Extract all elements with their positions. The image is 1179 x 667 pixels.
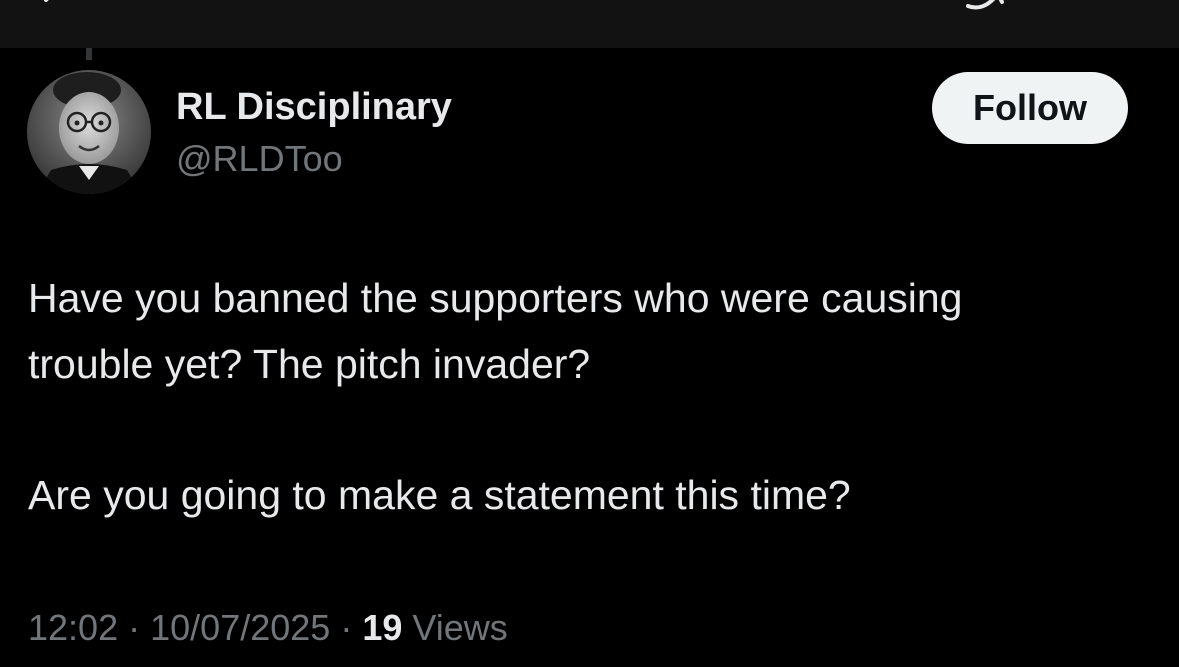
author-handle[interactable]: @RLDToo bbox=[176, 138, 343, 180]
arrow-left-icon[interactable] bbox=[44, 0, 66, 8]
post-date[interactable]: 10/07/2025 bbox=[150, 607, 330, 648]
top-app-bar: Post bbox=[0, 0, 1179, 48]
avatar-photo bbox=[27, 70, 151, 194]
meta-separator: · bbox=[128, 607, 141, 648]
post-text-line: trouble yet? The pitch invader? bbox=[28, 341, 591, 387]
author-display-name[interactable]: RL Disciplinary bbox=[176, 86, 452, 129]
post-metadata: 12:02 · 10/07/2025 · 19 Views bbox=[28, 606, 508, 650]
views-count[interactable]: 19 bbox=[362, 607, 402, 648]
post-text-line: Have you banned the supporters who were … bbox=[28, 275, 963, 321]
follow-button[interactable]: Follow bbox=[932, 72, 1128, 144]
avatar[interactable] bbox=[27, 70, 151, 194]
post-time[interactable]: 12:02 bbox=[28, 607, 118, 648]
thread-connector-line bbox=[86, 48, 92, 60]
reply-arrow-icon[interactable] bbox=[962, 0, 1014, 16]
page-title: Post bbox=[480, 0, 700, 8]
post-text-line: Are you going to make a statement this t… bbox=[28, 472, 851, 518]
meta-separator: · bbox=[340, 607, 353, 648]
views-label: Views bbox=[412, 607, 508, 648]
